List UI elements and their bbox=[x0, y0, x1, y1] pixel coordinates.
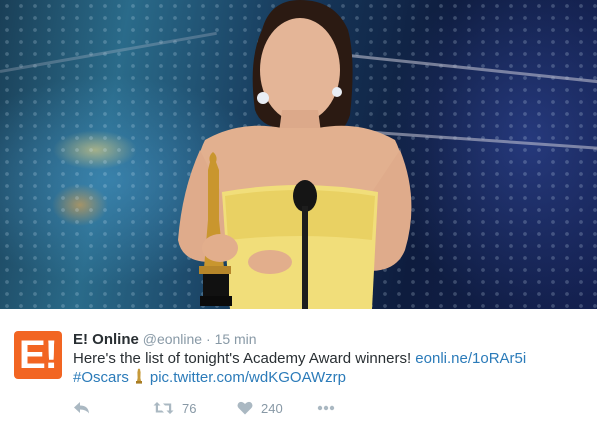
tweet-body-text: Here's the list of tonight's Academy Awa… bbox=[73, 350, 412, 367]
tweet-text-line-1: Here's the list of tonight's Academy Awa… bbox=[73, 349, 588, 368]
tweet-text-line-2: #Oscars pic.twitter.com/wdKGOAWzrp bbox=[73, 368, 588, 387]
retweet-button[interactable]: 76 bbox=[153, 401, 237, 416]
tweet-header: E! Online @eonline · 15 min bbox=[73, 330, 257, 349]
header-separator: · bbox=[206, 331, 211, 347]
retweet-icon bbox=[153, 402, 174, 414]
tweet-photo[interactable] bbox=[0, 0, 597, 309]
tweet-actions: 76 240 bbox=[73, 398, 335, 418]
display-name[interactable]: E! Online bbox=[73, 331, 139, 348]
more-button[interactable] bbox=[317, 405, 335, 411]
award-winner-photo bbox=[178, 0, 412, 309]
tweet-link[interactable]: eonli.ne/1oRAr5i bbox=[415, 350, 526, 367]
pic-link[interactable]: pic.twitter.com/wdKGOAWzrp bbox=[150, 369, 346, 386]
oscar-statuette-icon bbox=[135, 368, 142, 384]
reply-icon bbox=[74, 402, 89, 414]
heart-icon bbox=[237, 401, 253, 415]
retweet-count: 76 bbox=[182, 400, 197, 416]
tweet-text: Here's the list of tonight's Academy Awa… bbox=[73, 349, 588, 387]
timestamp[interactable]: 15 min bbox=[215, 331, 257, 347]
avatar-logo-text: E! bbox=[19, 333, 58, 377]
more-icon bbox=[317, 405, 335, 411]
tweet-card: E! E! Online @eonline · 15 min Here's th… bbox=[0, 0, 597, 435]
user-handle[interactable]: @eonline bbox=[143, 331, 202, 347]
avatar[interactable]: E! bbox=[14, 331, 62, 379]
reply-button[interactable] bbox=[73, 401, 153, 415]
like-count: 240 bbox=[261, 400, 283, 416]
hashtag-link[interactable]: #Oscars bbox=[73, 369, 129, 386]
like-button[interactable]: 240 bbox=[237, 401, 317, 416]
